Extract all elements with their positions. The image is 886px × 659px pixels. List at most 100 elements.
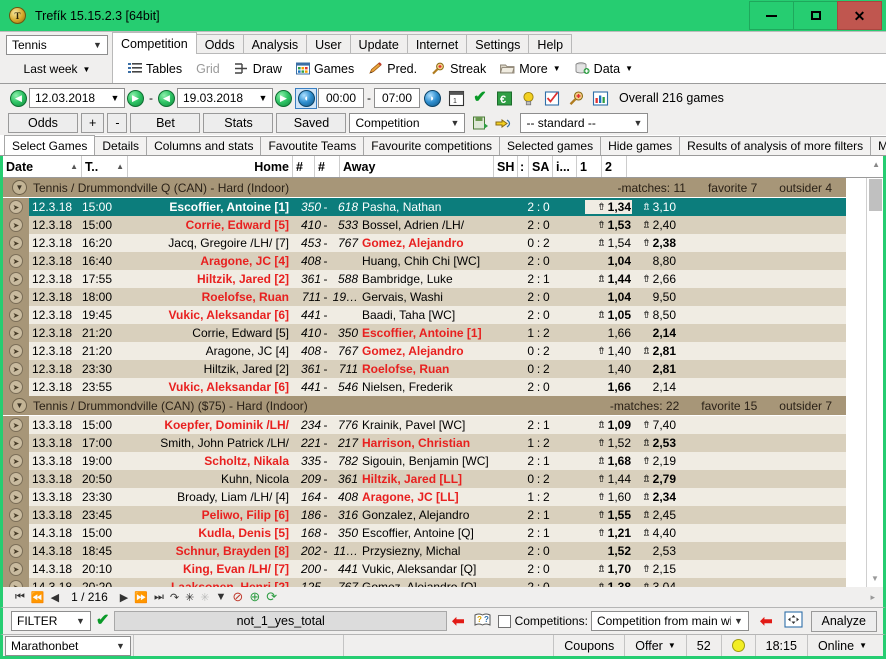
grid-tab-more[interactable]: More bbox=[870, 136, 886, 155]
add-green-icon[interactable]: ⊕ bbox=[246, 589, 263, 605]
menu-tab-odds[interactable]: Odds bbox=[196, 34, 244, 54]
cell-odds-1[interactable]: ⇮1,52 bbox=[585, 544, 632, 558]
cell-odds-2[interactable]: ⇮2,14 bbox=[632, 326, 679, 340]
cell-odds-1[interactable]: ⇮1,40 bbox=[585, 362, 632, 376]
column-header-info[interactable]: i... bbox=[553, 156, 577, 177]
cell-odds-2[interactable]: ⇯2,81 bbox=[632, 344, 679, 358]
offer-button[interactable]: Offer ▼ bbox=[624, 635, 685, 656]
row-detail-icon[interactable]: ➤ bbox=[9, 508, 23, 522]
grid-tab-selected-games[interactable]: Selected games bbox=[499, 136, 601, 155]
game-row[interactable]: ➤13.3.1819:00Scholtz, Nikala335-782Sigou… bbox=[3, 452, 846, 470]
row-expand-cell[interactable]: ➤ bbox=[3, 578, 29, 587]
row-detail-icon[interactable]: ➤ bbox=[9, 236, 23, 250]
row-detail-icon[interactable]: ➤ bbox=[9, 526, 23, 540]
column-header-home[interactable]: Home bbox=[128, 156, 293, 177]
row-detail-icon[interactable]: ➤ bbox=[9, 326, 23, 340]
row-detail-icon[interactable]: ➤ bbox=[9, 454, 23, 468]
row-detail-icon[interactable]: ➤ bbox=[9, 344, 23, 358]
game-row[interactable]: ➤12.3.1823:55Vukic, Aleksandar [6]441-54… bbox=[3, 378, 846, 396]
game-row[interactable]: ➤14.3.1818:45Schnur, Brayden [8]202-11…P… bbox=[3, 542, 846, 560]
menu-tab-internet[interactable]: Internet bbox=[407, 34, 467, 54]
menu-tab-analysis[interactable]: Analysis bbox=[243, 34, 308, 54]
period-selector[interactable]: Last week ▼ bbox=[6, 59, 108, 79]
ribbon-button-grid[interactable]: Grid bbox=[189, 57, 227, 81]
saved-button[interactable]: Saved bbox=[276, 113, 346, 133]
ribbon-button-streak[interactable]: Streak bbox=[424, 57, 493, 81]
cell-odds-1[interactable]: ⇯1,09 bbox=[585, 418, 632, 432]
game-row[interactable]: ➤14.3.1820:20Laaksonen, Henri [2]125-767… bbox=[3, 578, 846, 587]
group-header-row[interactable]: ▼Tennis / Drummondville Q (CAN) - Hard (… bbox=[3, 178, 846, 198]
scroll-down-icon[interactable]: ▼ bbox=[871, 574, 879, 583]
row-expand-cell[interactable]: ➤ bbox=[3, 542, 29, 560]
cell-odds-2[interactable]: ⇮2,66 bbox=[632, 272, 679, 286]
filter-icon[interactable]: ▼ bbox=[213, 591, 230, 603]
menu-tab-update[interactable]: Update bbox=[350, 34, 408, 54]
row-detail-icon[interactable]: ➤ bbox=[9, 200, 23, 214]
refresh-green-icon[interactable]: ⟳ bbox=[263, 589, 280, 605]
time-to-stepper-button[interactable]: ◗ bbox=[421, 88, 443, 109]
cell-odds-1[interactable]: ⇯1,54 bbox=[585, 236, 632, 250]
row-expand-cell[interactable]: ➤ bbox=[3, 560, 29, 578]
game-row[interactable]: ➤12.3.1816:40Aragone, JC [4]408-Huang, C… bbox=[3, 252, 846, 270]
coupons-button[interactable]: Coupons bbox=[553, 635, 624, 656]
prev-date-from-button[interactable]: ◀ bbox=[10, 90, 27, 107]
next-date-to-button[interactable]: ▶ bbox=[275, 90, 292, 107]
delete-record-icon[interactable]: ✳ bbox=[197, 591, 212, 604]
cell-odds-2[interactable]: ⇮2,14 bbox=[632, 380, 679, 394]
cell-odds-1[interactable]: ⇮1,04 bbox=[585, 290, 632, 304]
group-collapse-icon[interactable]: ▼ bbox=[12, 180, 27, 195]
date-from-input[interactable]: 12.03.2018 ▼ bbox=[29, 88, 125, 108]
row-expand-cell[interactable]: ➤ bbox=[3, 434, 29, 452]
row-detail-icon[interactable]: ➤ bbox=[9, 418, 23, 432]
group-header-row[interactable]: ▼Tennis / Drummondville (CAN) ($75) - Ha… bbox=[3, 396, 846, 416]
row-detail-icon[interactable]: ➤ bbox=[9, 290, 23, 304]
row-expand-cell[interactable]: ➤ bbox=[3, 216, 29, 234]
row-expand-cell[interactable]: ➤ bbox=[3, 342, 29, 360]
analyze-button[interactable]: Analyze bbox=[811, 611, 877, 632]
menu-tab-competition[interactable]: Competition bbox=[112, 32, 197, 54]
filter-type-combo[interactable]: FILTER ▼ bbox=[11, 611, 91, 631]
game-row[interactable]: ➤13.3.1817:00Smith, John Patrick /LH/221… bbox=[3, 434, 846, 452]
maximize-button[interactable] bbox=[793, 1, 838, 30]
cell-odds-2[interactable]: ⇮3,04 bbox=[632, 580, 679, 587]
grid-tab-favourite-competitions[interactable]: Favourite competitions bbox=[363, 136, 500, 155]
row-expand-cell[interactable]: ➤ bbox=[3, 270, 29, 288]
cell-odds-2[interactable]: ⇯4,40 bbox=[632, 526, 679, 540]
ribbon-button-more[interactable]: More ▼ bbox=[493, 57, 567, 81]
checklist-button[interactable] bbox=[541, 88, 563, 109]
cell-odds-2[interactable]: ⇯2,45 bbox=[632, 508, 679, 522]
grid-tab-results-of-analysis[interactable]: Results of analysis of more filters bbox=[679, 136, 871, 155]
row-expand-cell[interactable]: ➤ bbox=[3, 306, 29, 324]
column-header-away[interactable]: Away bbox=[340, 156, 494, 177]
cell-odds-2[interactable]: ⇮2,81 bbox=[632, 362, 679, 376]
competitions-checkbox[interactable] bbox=[498, 615, 511, 628]
minus-button[interactable]: - bbox=[107, 113, 127, 133]
menu-tab-help[interactable]: Help bbox=[528, 34, 572, 54]
scrollbar-thumb[interactable] bbox=[869, 179, 882, 211]
currency-button[interactable]: € bbox=[493, 88, 515, 109]
game-row[interactable]: ➤12.3.1819:45Vukic, Aleksandar [6]441-Ba… bbox=[3, 306, 846, 324]
row-expand-cell[interactable]: ➤ bbox=[3, 324, 29, 342]
row-expand-cell[interactable]: ➤ bbox=[3, 416, 29, 434]
bet-button[interactable]: Bet bbox=[130, 113, 200, 133]
game-row[interactable]: ➤12.3.1817:55Hiltzik, Jared [2]361-588Ba… bbox=[3, 270, 846, 288]
row-expand-cell[interactable]: ➤ bbox=[3, 488, 29, 506]
minimize-button[interactable] bbox=[749, 1, 794, 30]
next-page-icon[interactable]: ⏩ bbox=[131, 591, 151, 604]
odds-button[interactable]: Odds bbox=[8, 113, 78, 133]
bulb-button[interactable] bbox=[517, 88, 539, 109]
game-row[interactable]: ➤12.3.1821:20Aragone, JC [4]408-767Gomez… bbox=[3, 342, 846, 360]
ribbon-button-pred[interactable]: Pred. bbox=[361, 57, 424, 81]
help-book-icon[interactable]: ?? bbox=[474, 612, 491, 630]
group-collapse-icon[interactable]: ▼ bbox=[12, 398, 27, 413]
cell-odds-2[interactable]: ⇮2,15 bbox=[632, 562, 679, 576]
row-expand-cell[interactable]: ➤ bbox=[3, 378, 29, 396]
ribbon-button-games[interactable]: Games bbox=[289, 57, 361, 81]
cancel-icon[interactable]: ⊘ bbox=[229, 589, 246, 605]
game-row[interactable]: ➤13.3.1820:50Kuhn, Nicola209-361Hiltzik,… bbox=[3, 470, 846, 488]
cell-odds-1[interactable]: ⇮1,53 bbox=[585, 218, 632, 232]
row-detail-icon[interactable]: ➤ bbox=[9, 362, 23, 376]
fit-arrows-icon[interactable] bbox=[784, 611, 803, 631]
ribbon-button-draw[interactable]: Draw bbox=[227, 57, 289, 81]
menu-tab-user[interactable]: User bbox=[306, 34, 350, 54]
